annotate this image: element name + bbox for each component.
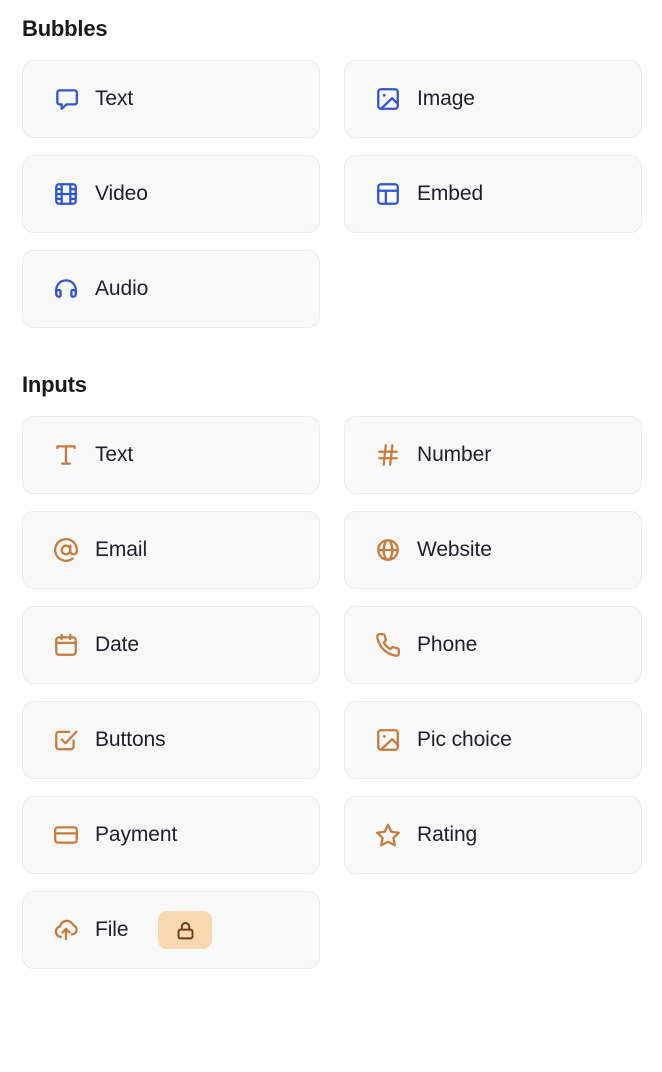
block-label: Image: [417, 87, 475, 110]
block-label: Website: [417, 538, 492, 561]
cloud-upload-icon: [53, 917, 79, 943]
bubbles-grid: Text Image Video Embed Audio: [22, 60, 642, 328]
image-icon: [375, 86, 401, 112]
section-inputs: Inputs Text Number Email Website Date Ph…: [22, 356, 642, 969]
block-card-rating-input[interactable]: Rating: [344, 796, 642, 874]
star-icon: [375, 822, 401, 848]
block-card-pic-choice-input[interactable]: Pic choice: [344, 701, 642, 779]
section-bubbles: Bubbles Text Image Video Embed Audio: [22, 0, 642, 328]
lock-icon: [175, 920, 196, 941]
block-card-date-input[interactable]: Date: [22, 606, 320, 684]
block-card-audio-bubble[interactable]: Audio: [22, 250, 320, 328]
at-sign-icon: [53, 537, 79, 563]
image-icon: [375, 727, 401, 753]
block-card-phone-input[interactable]: Phone: [344, 606, 642, 684]
block-card-embed-bubble[interactable]: Embed: [344, 155, 642, 233]
block-label: Audio: [95, 277, 149, 300]
block-label: Buttons: [95, 728, 166, 751]
block-label: Pic choice: [417, 728, 512, 751]
locked-feature-badge[interactable]: [158, 911, 213, 949]
block-label: Payment: [95, 823, 178, 846]
phone-icon: [375, 632, 401, 658]
block-label: Rating: [417, 823, 478, 846]
section-title-bubbles: Bubbles: [22, 16, 108, 41]
headphones-icon: [53, 276, 79, 302]
block-card-text-input[interactable]: Text: [22, 416, 320, 494]
block-label: Email: [95, 538, 148, 561]
block-card-payment-input[interactable]: Payment: [22, 796, 320, 874]
block-card-email-input[interactable]: Email: [22, 511, 320, 589]
block-card-buttons-input[interactable]: Buttons: [22, 701, 320, 779]
block-label: File: [95, 918, 129, 941]
block-label: Embed: [417, 182, 484, 205]
layout-panel-icon: [375, 181, 401, 207]
block-card-image-bubble[interactable]: Image: [344, 60, 642, 138]
blocks-panel: Bubbles Text Image Video Embed Audio Inp…: [0, 0, 662, 969]
block-card-text-bubble[interactable]: Text: [22, 60, 320, 138]
globe-icon: [375, 537, 401, 563]
hash-icon: [375, 442, 401, 468]
section-title-inputs: Inputs: [22, 372, 87, 397]
block-card-file-input[interactable]: File: [22, 891, 320, 969]
block-label: Text: [95, 87, 134, 110]
block-label: Date: [95, 633, 139, 656]
block-label: Video: [95, 182, 148, 205]
credit-card-icon: [53, 822, 79, 848]
block-card-number-input[interactable]: Number: [344, 416, 642, 494]
block-label: Phone: [417, 633, 478, 656]
block-card-website-input[interactable]: Website: [344, 511, 642, 589]
block-card-video-bubble[interactable]: Video: [22, 155, 320, 233]
block-label: Text: [95, 443, 134, 466]
inputs-grid: Text Number Email Website Date Phone But…: [22, 416, 642, 969]
chat-bubble-icon: [53, 86, 79, 112]
calendar-icon: [53, 632, 79, 658]
checkbox-check-icon: [53, 727, 79, 753]
text-t-icon: [53, 442, 79, 468]
film-strip-icon: [53, 181, 79, 207]
block-label: Number: [417, 443, 492, 466]
